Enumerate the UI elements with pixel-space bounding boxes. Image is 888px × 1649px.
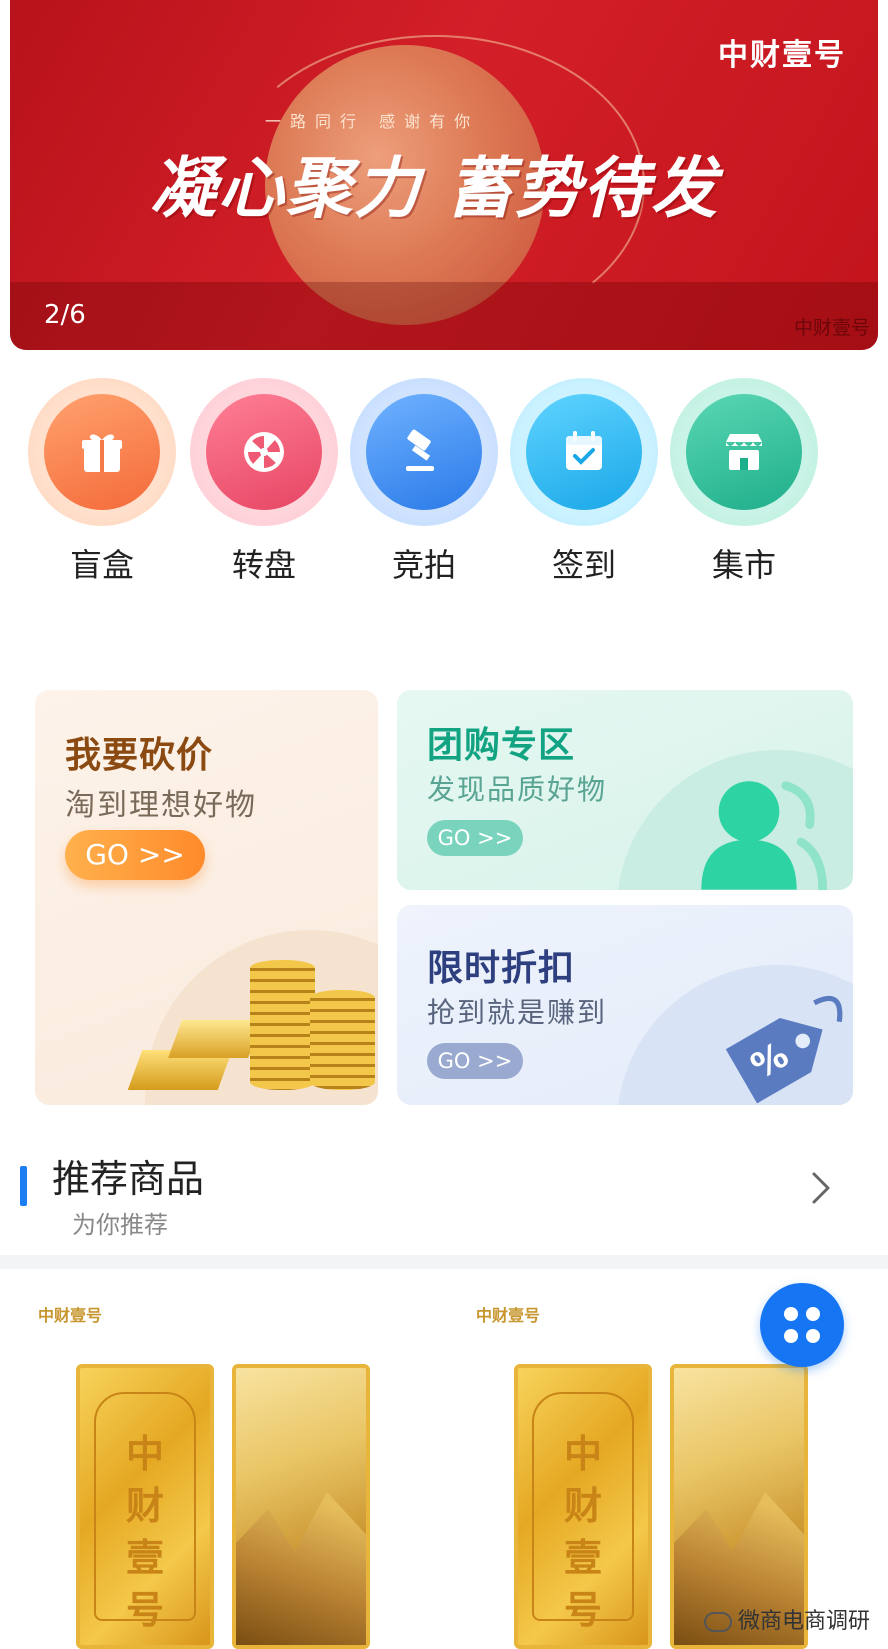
group-people-icon bbox=[701, 781, 827, 890]
product-brand: 中财壹号 bbox=[476, 1306, 541, 1325]
gold-bar-back-image bbox=[232, 1364, 370, 1649]
banner-brand-small: 中财壹号 bbox=[793, 317, 870, 339]
group-buy-title: 团购专区 bbox=[427, 725, 576, 766]
banner-page-counter: 2/6 bbox=[44, 300, 86, 330]
nav-item-auction[interactable]: 竞拍 bbox=[344, 378, 504, 586]
section-title: 推荐商品 bbox=[52, 1157, 205, 1201]
nav-circle bbox=[28, 378, 176, 526]
nav-circle-inner bbox=[206, 394, 322, 510]
product-card[interactable]: 中财壹号 中财壹号 bbox=[10, 1280, 440, 1649]
discount-tag-icon: % bbox=[725, 996, 843, 1104]
discount-subtitle: 抢到就是赚到 bbox=[427, 996, 608, 1029]
nav-circle bbox=[350, 378, 498, 526]
gavel-icon bbox=[406, 429, 434, 471]
section-divider bbox=[0, 1255, 888, 1269]
watermark-text: 微商电商调研 bbox=[737, 1609, 870, 1634]
nav-circle bbox=[190, 378, 338, 526]
gold-bar-text: 中财壹号 bbox=[125, 1431, 164, 1632]
banner-footer-strip bbox=[10, 282, 878, 350]
section-subtitle: 为你推荐 bbox=[72, 1211, 168, 1239]
bargain-go-button[interactable]: GO >> bbox=[65, 830, 205, 880]
gold-bar-text: 中财壹号 bbox=[563, 1431, 602, 1632]
gold-coins-image bbox=[127, 960, 375, 1100]
feature-nav: 盲盒 转盘 竞拍 签到 集市 bbox=[0, 378, 888, 608]
nav-label: 盲盒 bbox=[69, 546, 134, 584]
group-buy-go-button[interactable]: GO >> bbox=[427, 820, 523, 856]
nav-label: 竞拍 bbox=[391, 546, 456, 584]
watermark: 微商电商调研 bbox=[703, 1603, 870, 1635]
banner-brand-logo: 中财壹号 bbox=[718, 38, 846, 73]
nav-circle bbox=[670, 378, 818, 526]
product-brand: 中财壹号 bbox=[38, 1306, 103, 1325]
hero-banner[interactable]: 中财壹号 一路同行 感谢有你 凝心聚力 蓄势待发 2/6 中财壹号 bbox=[10, 0, 878, 350]
grid-dot-icon bbox=[784, 1307, 798, 1321]
nav-circle-inner bbox=[526, 394, 642, 510]
wheel-icon bbox=[244, 432, 284, 472]
nav-item-checkin[interactable]: 签到 bbox=[504, 378, 664, 586]
banner-headline: 凝心聚力 蓄势待发 bbox=[150, 149, 719, 227]
banner-tagline: 一路同行 感谢有你 bbox=[265, 112, 480, 131]
nav-circle-inner bbox=[44, 394, 160, 510]
group-buy-card[interactable]: 团购专区 发现品质好物 GO >> bbox=[397, 690, 853, 890]
floating-menu-button[interactable] bbox=[760, 1283, 844, 1367]
nav-item-blind-box[interactable]: 盲盒 bbox=[22, 378, 182, 586]
store-icon bbox=[726, 434, 762, 470]
grid-dot-icon bbox=[784, 1329, 798, 1343]
great-wall-relief bbox=[236, 1492, 366, 1645]
grid-dot-icon bbox=[806, 1329, 820, 1343]
nav-circle-inner bbox=[366, 394, 482, 510]
bargain-card[interactable]: 我要砍价 淘到理想好物 GO >> bbox=[35, 690, 378, 1105]
nav-item-wheel[interactable]: 转盘 bbox=[184, 378, 344, 586]
bargain-title: 我要砍价 bbox=[65, 735, 214, 776]
discount-title: 限时折扣 bbox=[427, 948, 576, 989]
section-accent-bar bbox=[20, 1166, 27, 1206]
gift-icon bbox=[82, 434, 122, 472]
grid-dot-icon bbox=[806, 1307, 820, 1321]
discount-card[interactable]: 限时折扣 抢到就是赚到 GO >> % bbox=[397, 905, 853, 1105]
nav-item-market[interactable]: 集市 bbox=[664, 378, 824, 586]
gold-bar-front-image: 中财壹号 bbox=[514, 1364, 652, 1649]
gold-bar-front-image: 中财壹号 bbox=[76, 1364, 214, 1649]
nav-circle-inner bbox=[686, 394, 802, 510]
bargain-subtitle: 淘到理想好物 bbox=[65, 788, 257, 823]
nav-label: 转盘 bbox=[231, 546, 296, 584]
nav-circle bbox=[510, 378, 658, 526]
wechat-icon bbox=[703, 1612, 732, 1632]
group-buy-subtitle: 发现品质好物 bbox=[427, 773, 608, 806]
discount-go-button[interactable]: GO >> bbox=[427, 1043, 523, 1079]
chevron-right-icon[interactable] bbox=[802, 1170, 838, 1206]
nav-label: 签到 bbox=[551, 546, 616, 584]
nav-label: 集市 bbox=[711, 546, 776, 584]
recommended-section-header[interactable]: 推荐商品 为你推荐 bbox=[0, 1140, 888, 1255]
calendar-check-icon bbox=[566, 431, 602, 470]
